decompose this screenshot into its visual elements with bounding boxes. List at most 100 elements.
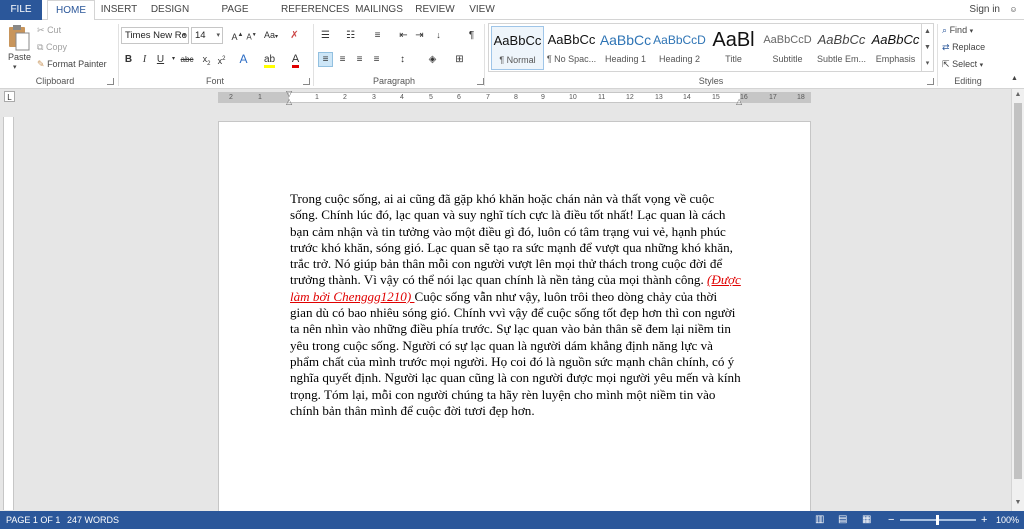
scroll-down-icon[interactable]: ▼ — [1012, 497, 1024, 509]
status-bar: PAGE 1 OF 1 247 WORDS ▥ ▤ ▦ − + 100% — [0, 511, 1024, 529]
zoom-out-icon[interactable]: − — [888, 511, 894, 529]
font-color-icon[interactable]: A — [288, 52, 303, 68]
style-preview: AaBbCcD — [653, 33, 706, 47]
ruler-number: 15 — [712, 94, 720, 101]
cut-button[interactable]: ✂ Cut — [37, 25, 61, 36]
page-count[interactable]: PAGE 1 OF 1 — [6, 511, 60, 529]
scissors-icon: ✂ — [37, 25, 45, 35]
change-case-button[interactable]: Aa▾ — [260, 28, 282, 43]
bold-icon[interactable]: B — [121, 52, 136, 67]
tab-mailings[interactable]: MAILINGS — [354, 0, 404, 20]
select-button[interactable]: ⇱ Select ▾ — [942, 59, 983, 70]
style-normal[interactable]: AaBbCc ¶ Normal — [491, 26, 544, 70]
find-button[interactable]: ⌕ Find ▾ — [942, 25, 973, 36]
line-spacing-icon[interactable]: ↕ — [395, 52, 410, 67]
numbering-icon[interactable]: ☷ — [343, 28, 358, 43]
style-emphasis[interactable]: AaBbCc Emphasis — [869, 26, 922, 70]
paragraph-launcher-icon[interactable] — [477, 78, 484, 85]
vertical-scrollbar[interactable]: ▲ ▼ — [1011, 89, 1024, 511]
tab-home[interactable]: HOME — [47, 0, 95, 21]
vertical-ruler[interactable] — [3, 117, 14, 510]
font-family-value: Times New Ro — [125, 30, 187, 41]
shrink-font-icon[interactable]: A▼ — [244, 28, 259, 43]
clear-formatting-icon[interactable]: ✗ — [287, 28, 302, 43]
align-right-icon[interactable]: ≡ — [352, 52, 367, 67]
italic-icon[interactable]: I — [137, 52, 152, 67]
scrollbar-thumb[interactable] — [1014, 103, 1022, 479]
font-launcher-icon[interactable] — [303, 78, 310, 85]
chevron-down-icon: ▾ — [182, 32, 186, 39]
sort-icon[interactable]: ↓ — [431, 28, 446, 43]
font-family-combo[interactable]: Times New Ro ▾ — [121, 27, 189, 44]
chevron-down-icon: ▾ — [969, 28, 974, 35]
tab-page-layout[interactable]: PAGE LAYOUT — [202, 0, 268, 35]
document-page[interactable]: Trong cuộc sống, ai ai cũng đã gặp khó k… — [218, 121, 811, 513]
highlight-color-icon[interactable]: ab — [262, 52, 277, 68]
sign-in-link[interactable]: Sign in — [969, 0, 1000, 20]
style-heading-1[interactable]: AaBbCc Heading 1 — [599, 26, 652, 70]
tab-references[interactable]: REFERENCES — [281, 0, 349, 20]
right-indent-marker-icon[interactable]: △ — [736, 98, 742, 106]
scroll-up-icon[interactable]: ▲ — [1012, 89, 1024, 101]
change-case-label: Aa — [263, 30, 275, 40]
subscript-icon[interactable]: x2 — [199, 52, 214, 67]
grow-font-icon[interactable]: A▲ — [230, 28, 245, 43]
superscript-icon[interactable]: x2 — [214, 52, 229, 67]
font-size-combo[interactable]: 14 ▾ — [191, 27, 223, 44]
style-subtitle[interactable]: AaBbCcD Subtitle — [761, 26, 814, 70]
group-divider — [118, 24, 119, 86]
align-left-icon[interactable]: ≡ — [318, 52, 333, 67]
bullets-icon[interactable]: ☰ — [318, 28, 333, 43]
shading-icon[interactable]: ◈ — [425, 52, 440, 67]
decrease-indent-icon[interactable]: ⇤ — [396, 28, 411, 43]
format-painter-button[interactable]: ✎ Format Painter — [37, 59, 107, 70]
copy-button[interactable]: ⧉ Copy — [37, 42, 67, 53]
ruler-number: 3 — [372, 94, 376, 101]
horizontal-ruler[interactable]: L 2 1 1 2 3 4 5 6 7 8 9 10 11 12 13 14 1… — [0, 89, 1024, 106]
strikethrough-icon[interactable]: abc — [178, 52, 196, 67]
ruler-number: 14 — [683, 94, 691, 101]
tab-insert[interactable]: INSERT — [99, 0, 139, 20]
chevron-down-icon[interactable]: ▼ — [921, 40, 933, 56]
align-center-icon[interactable]: ≡ — [335, 52, 350, 67]
justify-icon[interactable]: ≡ — [369, 52, 384, 67]
increase-indent-icon[interactable]: ⇥ — [412, 28, 427, 43]
select-label: Select — [952, 59, 978, 69]
tab-file[interactable]: FILE — [0, 0, 42, 20]
format-painter-label: Format Painter — [47, 59, 107, 69]
gallery-more-icon[interactable]: ▾ — [921, 56, 933, 72]
chevron-up-icon[interactable]: ▲ — [921, 24, 933, 40]
text-effects-icon[interactable]: A — [236, 52, 251, 67]
face-icon[interactable]: ☺ — [1007, 3, 1020, 16]
zoom-in-icon[interactable]: + — [981, 511, 987, 529]
borders-icon[interactable]: ⊞ — [452, 52, 467, 67]
style-heading-2[interactable]: AaBbCcD Heading 2 — [653, 26, 706, 70]
paragraph-text: Cuộc sống vẫn như vậy, luôn trôi theo dò… — [290, 288, 741, 418]
hanging-indent-marker-icon[interactable]: △ — [286, 98, 292, 106]
styles-launcher-icon[interactable] — [927, 78, 934, 85]
tab-selector-icon[interactable]: L — [4, 91, 15, 102]
print-layout-icon[interactable]: ▤ — [838, 511, 847, 529]
ruler-number: 1 — [315, 94, 319, 101]
word-count[interactable]: 247 WORDS — [67, 511, 119, 529]
replace-button[interactable]: ⇄ Replace — [942, 42, 985, 53]
show-formatting-marks-icon[interactable]: ¶ — [464, 28, 479, 43]
collapse-ribbon-icon[interactable]: ▲ — [1011, 75, 1018, 82]
multilevel-list-icon[interactable]: ≡ — [370, 28, 385, 43]
document-body[interactable]: Trong cuộc sống, ai ai cũng đã gặp khó k… — [290, 191, 742, 419]
tab-design[interactable]: DESIGN — [150, 0, 190, 20]
clipboard-launcher-icon[interactable] — [107, 78, 114, 85]
copy-icon: ⧉ — [37, 42, 44, 52]
zoom-slider-thumb[interactable] — [936, 515, 939, 525]
zoom-level[interactable]: 100% — [996, 511, 1019, 529]
web-layout-icon[interactable]: ▦ — [862, 511, 871, 529]
paste-button[interactable] — [6, 24, 32, 54]
read-mode-icon[interactable]: ▥ — [815, 511, 824, 529]
style-no-spacing[interactable]: AaBbCc ¶ No Spac... — [545, 26, 598, 70]
paste-dropdown-icon[interactable]: ▾ — [13, 63, 17, 71]
style-subtle-emphasis[interactable]: AaBbCc Subtle Em... — [815, 26, 868, 70]
tab-review[interactable]: REVIEW — [414, 0, 456, 20]
paragraph-text: Trong cuộc sống, ai ai cũng đã gặp khó k… — [290, 191, 733, 288]
style-title[interactable]: AaBl Title — [707, 26, 760, 70]
tab-view[interactable]: VIEW — [466, 0, 498, 20]
